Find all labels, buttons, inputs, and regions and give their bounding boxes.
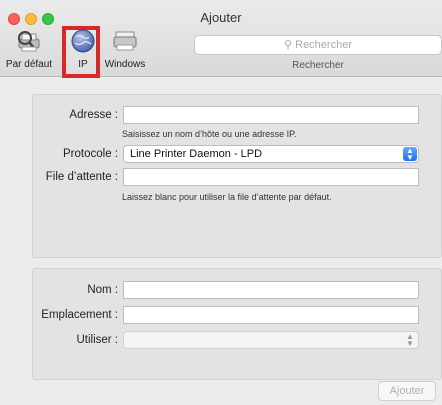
search-field[interactable]: ⚲ Rechercher [194, 35, 442, 55]
protocol-label: Protocole : [63, 148, 118, 160]
protocol-select[interactable]: Line Printer Daemon - LPD ▲ ▼ [123, 145, 419, 163]
location-input[interactable] [123, 306, 419, 324]
use-select[interactable]: ▲ ▼ [123, 331, 419, 349]
queue-label: File d’attente : [45, 171, 118, 183]
toolbar-item-windows-label: Windows [104, 59, 146, 70]
toolbar: Ajouter Par défaut IP Windows ⚲ Recherch… [0, 0, 442, 78]
use-label: Utiliser : [76, 334, 118, 346]
chevron-updown-icon: ▲ ▼ [406, 332, 414, 348]
name-input[interactable] [123, 281, 419, 299]
queue-hint: Laissez blanc pour utiliser la file d’at… [122, 192, 332, 202]
address-hint: Saisissez un nom d’hôte ou une adresse I… [122, 129, 297, 139]
name-label: Nom : [87, 284, 118, 296]
add-printer-window: Ajouter Par défaut IP Windows ⚲ Recherch… [0, 0, 442, 405]
search-caption: Rechercher [292, 60, 344, 71]
globe-icon [71, 29, 95, 53]
toolbar-item-ip[interactable]: IP [64, 28, 102, 72]
add-button[interactable]: Ajouter [378, 381, 436, 401]
toolbar-item-default[interactable]: Par défaut [2, 28, 56, 72]
window-title: Ajouter [200, 10, 242, 25]
chevron-updown-icon: ▲ ▼ [403, 147, 417, 162]
windows-printer-icon [113, 31, 137, 51]
toolbar-item-default-label: Par défaut [5, 59, 53, 70]
search-placeholder: Rechercher [295, 39, 352, 51]
address-label: Adresse : [69, 109, 118, 121]
address-input[interactable] [123, 106, 419, 124]
toolbar-item-windows[interactable]: Windows [100, 28, 150, 72]
search-icon: ⚲ [284, 39, 293, 51]
protocol-select-value: Line Printer Daemon - LPD [130, 148, 263, 160]
location-label: Emplacement : [41, 309, 118, 321]
queue-input[interactable] [123, 168, 419, 186]
toolbar-item-ip-label: IP [78, 59, 88, 70]
default-printer-icon [18, 31, 40, 52]
